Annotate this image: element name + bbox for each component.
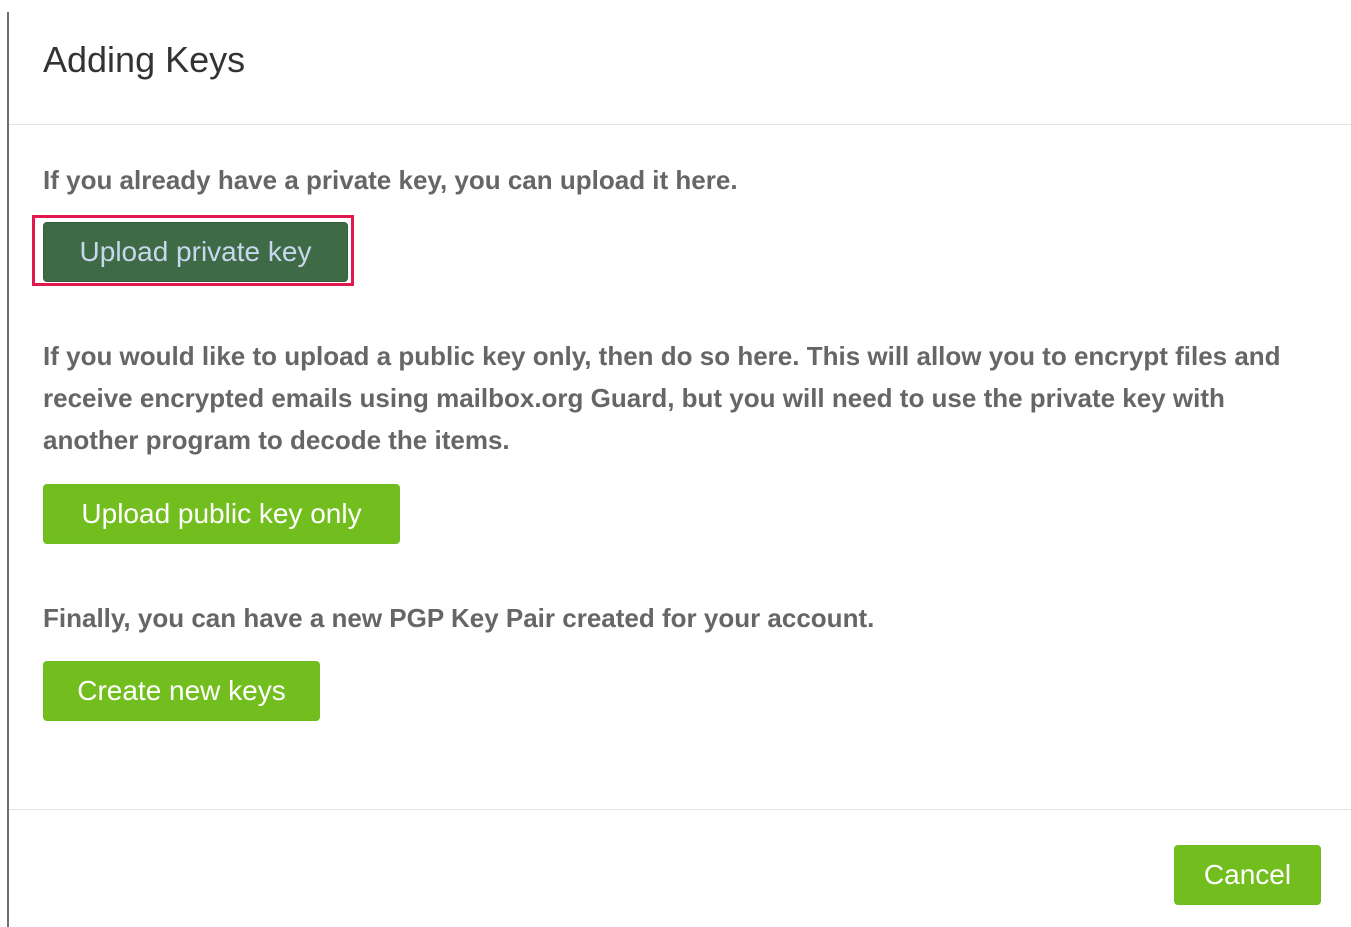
adding-keys-dialog: Adding Keys If you already have a privat… (0, 0, 1351, 927)
cancel-button[interactable]: Cancel (1174, 845, 1321, 905)
private-key-description: If you already have a private key, you c… (43, 165, 738, 195)
upload-public-key-button[interactable]: Upload public key only (43, 484, 400, 544)
public-key-description: If you would like to upload a public key… (43, 341, 1281, 455)
create-keys-description: Finally, you can have a new PGP Key Pair… (43, 603, 875, 633)
dialog-title: Adding Keys (43, 39, 246, 80)
create-new-keys-button[interactable]: Create new keys (43, 661, 320, 721)
dialog-header: Adding Keys (9, 0, 1351, 125)
upload-private-key-button[interactable]: Upload private key (43, 222, 348, 282)
dialog-left-border (7, 12, 9, 927)
dialog-footer-divider (9, 809, 1351, 810)
